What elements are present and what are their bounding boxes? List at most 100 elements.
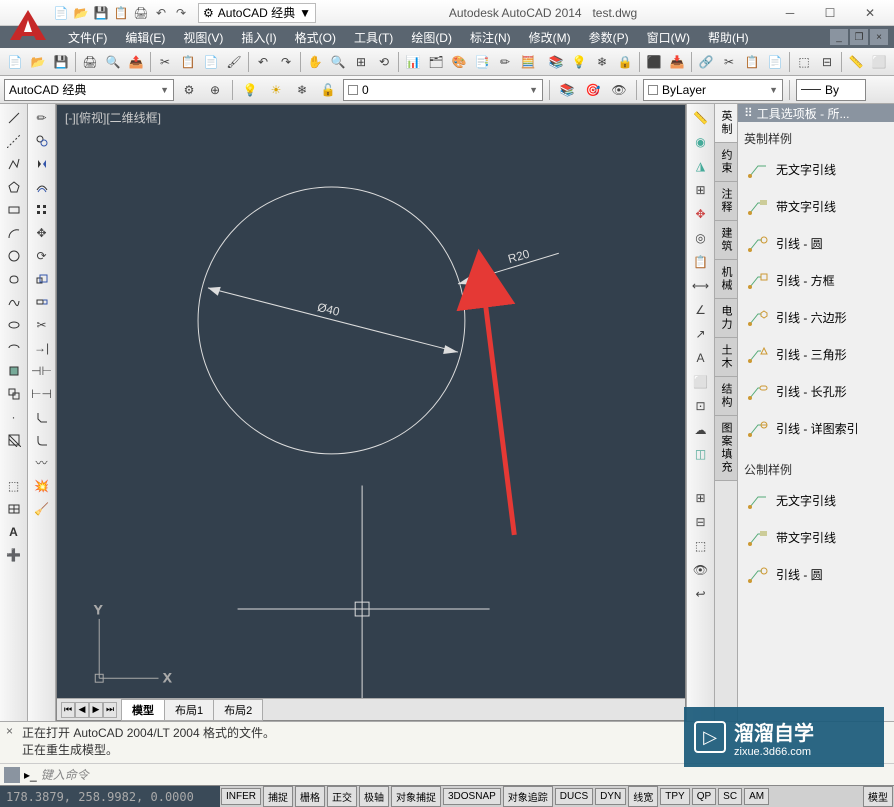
status-model[interactable]: 模型 xyxy=(863,786,893,807)
select-sim-icon[interactable]: ⬚ xyxy=(689,534,713,558)
vtab-annotation[interactable]: 注释 xyxy=(715,182,737,221)
hatch-icon[interactable] xyxy=(2,428,26,451)
status-snap[interactable]: 捕捉 xyxy=(263,786,293,807)
mdi-restore[interactable]: ❐ xyxy=(850,29,868,45)
vtab-constraint[interactable]: 约束 xyxy=(715,143,737,182)
viewport-label[interactable]: [-][俯视][二维线框] xyxy=(65,109,161,126)
status-ortho[interactable]: 正交 xyxy=(327,786,357,807)
vtab-arch[interactable]: 建筑 xyxy=(715,221,737,260)
coordinates-display[interactable]: 178.3879, 258.9982, 0.0000 xyxy=(0,786,220,807)
sheet-icon[interactable]: 📋 xyxy=(689,250,713,274)
status-polar[interactable]: 极轴 xyxy=(359,786,389,807)
polygon-icon[interactable] xyxy=(2,175,26,198)
mirror2-icon[interactable]: ◮ xyxy=(689,154,713,178)
status-dyn[interactable]: DYN xyxy=(595,788,626,805)
palette-item[interactable]: 带文字引线 xyxy=(744,188,888,225)
leader-icon[interactable]: ↗ xyxy=(689,322,713,346)
sheetset-icon[interactable]: 📑 xyxy=(471,51,493,73)
tab-last-icon[interactable]: ⏭ xyxy=(103,702,117,718)
copy-icon[interactable]: 📋 xyxy=(177,51,199,73)
qat-new-icon[interactable]: 📄 xyxy=(52,4,70,22)
command-input[interactable]: 键入命令 xyxy=(41,766,890,783)
isolate-icon[interactable]: 👁 xyxy=(689,558,713,582)
fillet-icon[interactable] xyxy=(30,428,54,451)
menu-modify[interactable]: 修改(M) xyxy=(521,27,579,48)
group-icon[interactable]: ⬚ xyxy=(793,51,815,73)
ws-gear-icon[interactable]: ⊕ xyxy=(204,79,226,101)
paste2-icon[interactable]: 📄 xyxy=(764,51,786,73)
copy2-icon[interactable]: 📋 xyxy=(741,51,763,73)
box-icon[interactable]: ◫ xyxy=(689,442,713,466)
palette-item[interactable]: 带文字引线 xyxy=(744,519,888,556)
linetype-combo[interactable]: ByLayer ▼ xyxy=(643,79,783,101)
menu-draw[interactable]: 绘图(D) xyxy=(403,27,460,48)
menu-tools[interactable]: 工具(T) xyxy=(346,27,401,48)
undo-icon[interactable]: ↶ xyxy=(252,51,274,73)
orbit-icon[interactable]: ✥ xyxy=(689,202,713,226)
layer-prev-icon[interactable]: 📚 xyxy=(556,79,578,101)
status-otrack[interactable]: 对象追踪 xyxy=(503,786,553,807)
menu-file[interactable]: 文件(F) xyxy=(60,27,115,48)
rotate-icon[interactable]: ⟳ xyxy=(30,244,54,267)
menu-edit[interactable]: 编辑(E) xyxy=(117,27,173,48)
cloud-icon[interactable]: ☁ xyxy=(689,418,713,442)
table-icon[interactable] xyxy=(2,497,26,520)
palette-item[interactable]: 引线 - 六边形 xyxy=(744,299,888,336)
save-icon[interactable]: 💾 xyxy=(50,51,72,73)
trim-icon[interactable]: ✂ xyxy=(30,313,54,336)
select-icon[interactable]: ⬜ xyxy=(868,51,890,73)
tab-model[interactable]: 模型 xyxy=(121,699,165,721)
layer-combo[interactable]: 0 ▼ xyxy=(343,79,543,101)
qat-saveas-icon[interactable]: 📋 xyxy=(112,4,130,22)
mdi-minimize[interactable]: _ xyxy=(830,29,848,45)
snow-icon[interactable]: ❄ xyxy=(291,79,313,101)
autocad-logo[interactable] xyxy=(6,6,50,44)
new-icon[interactable]: 📄 xyxy=(4,51,26,73)
menu-help[interactable]: 帮助(H) xyxy=(700,27,757,48)
eraser-icon[interactable]: 🧹 xyxy=(30,497,54,520)
minimize-button[interactable]: ─ xyxy=(770,1,810,25)
revcloud-icon[interactable] xyxy=(2,267,26,290)
dim-angular-icon[interactable]: ∠ xyxy=(689,298,713,322)
addselected-icon[interactable]: ➕ xyxy=(2,543,26,566)
menu-parametric[interactable]: 参数(P) xyxy=(581,27,637,48)
mdi-close[interactable]: × xyxy=(870,29,888,45)
palette-item[interactable]: 引线 - 圆 xyxy=(744,225,888,262)
exit-isolate-icon[interactable]: ↩ xyxy=(689,582,713,606)
construction-line-icon[interactable] xyxy=(2,129,26,152)
insert-block-icon[interactable] xyxy=(2,359,26,382)
ungroup-icon[interactable]: ⊟ xyxy=(816,51,838,73)
polyline-icon[interactable] xyxy=(2,152,26,175)
wipeout-icon[interactable]: ⊡ xyxy=(689,394,713,418)
cycle-icon[interactable]: ◉ xyxy=(689,130,713,154)
chamfer-icon[interactable] xyxy=(30,405,54,428)
gradient-icon[interactable] xyxy=(2,451,26,474)
menu-window[interactable]: 窗口(W) xyxy=(639,27,698,48)
status-lwt[interactable]: 线宽 xyxy=(628,786,658,807)
preview-icon[interactable]: 🔍 xyxy=(102,51,124,73)
tab-layout2[interactable]: 布局2 xyxy=(213,699,263,721)
erase-icon[interactable]: ✏ xyxy=(30,106,54,129)
status-grid[interactable]: 栅格 xyxy=(295,786,325,807)
block-icon[interactable]: ⬛ xyxy=(643,51,665,73)
xref-icon[interactable]: 🔗 xyxy=(695,51,717,73)
close-button[interactable]: ✕ xyxy=(850,1,890,25)
zoom-window-icon[interactable]: ⊞ xyxy=(350,51,372,73)
qat-redo-icon[interactable]: ↷ xyxy=(172,4,190,22)
clip-icon[interactable]: ✂ xyxy=(718,51,740,73)
plot-icon[interactable]: 🖨 xyxy=(79,51,101,73)
scale-icon[interactable] xyxy=(30,267,54,290)
extend-icon[interactable]: →| xyxy=(30,336,54,359)
mirror-icon[interactable] xyxy=(30,152,54,175)
palette-item[interactable]: 引线 - 详图索引 xyxy=(744,410,888,447)
paste-icon[interactable]: 📄 xyxy=(200,51,222,73)
status-ducs[interactable]: DUCS xyxy=(555,788,593,805)
status-3dosnap[interactable]: 3DOSNAP xyxy=(443,788,501,805)
make-block-icon[interactable] xyxy=(2,382,26,405)
vtab-hatch[interactable]: 图案填充 xyxy=(715,416,737,481)
vtab-elec[interactable]: 电力 xyxy=(715,299,737,338)
workspace-combo[interactable]: AutoCAD 经典 ▼ xyxy=(4,79,174,101)
match-icon[interactable]: 🖌 xyxy=(223,51,245,73)
menu-dimension[interactable]: 标注(N) xyxy=(462,27,519,48)
cut-icon[interactable]: ✂ xyxy=(154,51,176,73)
